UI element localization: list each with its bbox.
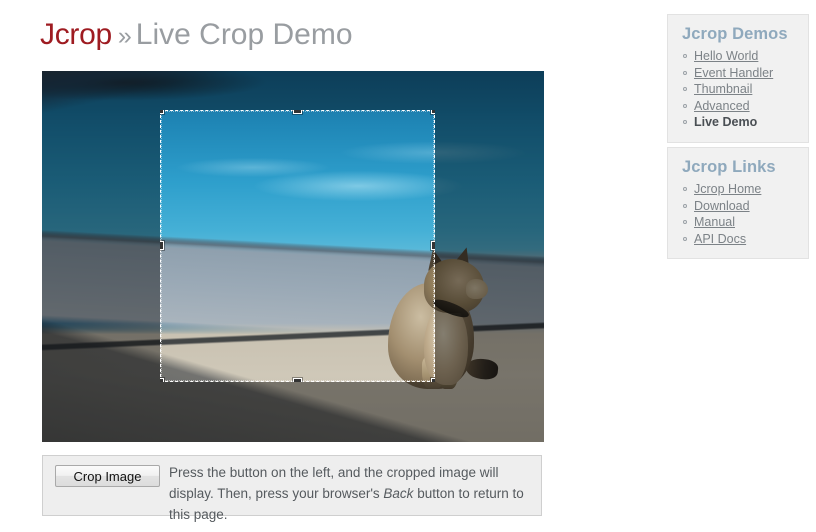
page-title: Jcrop» Live Crop Demo <box>40 14 353 57</box>
sidebar-panel-demos: Jcrop Demos Hello World Event Handler Th… <box>667 14 809 143</box>
sidebar-link-api-docs[interactable]: API Docs <box>694 232 746 246</box>
crop-image-button[interactable]: Crop Image <box>55 465 160 487</box>
page-title-separator: » <box>117 22 132 50</box>
sidebar-demos-title: Jcrop Demos <box>682 25 788 43</box>
sidebar-link-download[interactable]: Download <box>694 199 750 213</box>
sidebar-links-title: Jcrop Links <box>682 158 776 176</box>
cat-subject-clipped <box>380 247 435 382</box>
sidebar-item-thumbnail[interactable]: Thumbnail <box>694 82 752 96</box>
list-item: Thumbnail <box>683 81 800 97</box>
sidebar-links-list: Jcrop Home Download Manual API Docs <box>680 181 800 247</box>
list-item: Jcrop Home <box>683 181 800 197</box>
crop-selection[interactable] <box>160 110 435 382</box>
list-item: Live Demo <box>683 114 800 130</box>
sidebar-link-manual[interactable]: Manual <box>694 215 735 229</box>
sidebar-item-event-handler[interactable]: Event Handler <box>694 66 773 80</box>
list-item: Event Handler <box>683 65 800 81</box>
sidebar-link-jcrop-home[interactable]: Jcrop Home <box>694 182 761 196</box>
list-item: Advanced <box>683 98 800 114</box>
crop-instruction-text: Press the button on the left, and the cr… <box>169 462 531 525</box>
crop-handle-w[interactable] <box>160 241 164 250</box>
page-title-brand: Jcrop <box>40 18 112 51</box>
page-title-subtitle: Live Crop Demo <box>135 18 353 51</box>
crop-handle-e[interactable] <box>431 241 435 250</box>
crop-instruction-panel: Crop Image Press the button on the left,… <box>42 455 542 522</box>
crop-handle-n[interactable] <box>292 110 302 114</box>
list-item: Download <box>683 198 800 214</box>
page-root: Jcrop» Live Crop Demo Crop Image Press t… <box>0 0 816 532</box>
crop-handle-sw[interactable] <box>160 378 164 382</box>
crop-instruction-emphasis: Back <box>383 486 414 501</box>
crop-handle-ne[interactable] <box>431 110 435 114</box>
sidebar-item-live-demo: Live Demo <box>694 115 758 129</box>
crop-handle-s[interactable] <box>292 378 302 382</box>
sidebar-item-advanced[interactable]: Advanced <box>694 99 750 113</box>
selection-photo-clip <box>160 110 435 382</box>
list-item: Hello World <box>683 48 800 64</box>
crop-stage[interactable] <box>42 71 544 442</box>
sidebar-panel-links: Jcrop Links Jcrop Home Download Manual A… <box>667 147 809 259</box>
sidebar-item-hello-world[interactable]: Hello World <box>694 49 758 63</box>
crop-handle-nw[interactable] <box>160 110 164 114</box>
list-item: API Docs <box>683 231 800 247</box>
sidebar-demos-list: Hello World Event Handler Thumbnail Adva… <box>680 48 800 130</box>
list-item: Manual <box>683 214 800 230</box>
crop-handle-se[interactable] <box>431 378 435 382</box>
